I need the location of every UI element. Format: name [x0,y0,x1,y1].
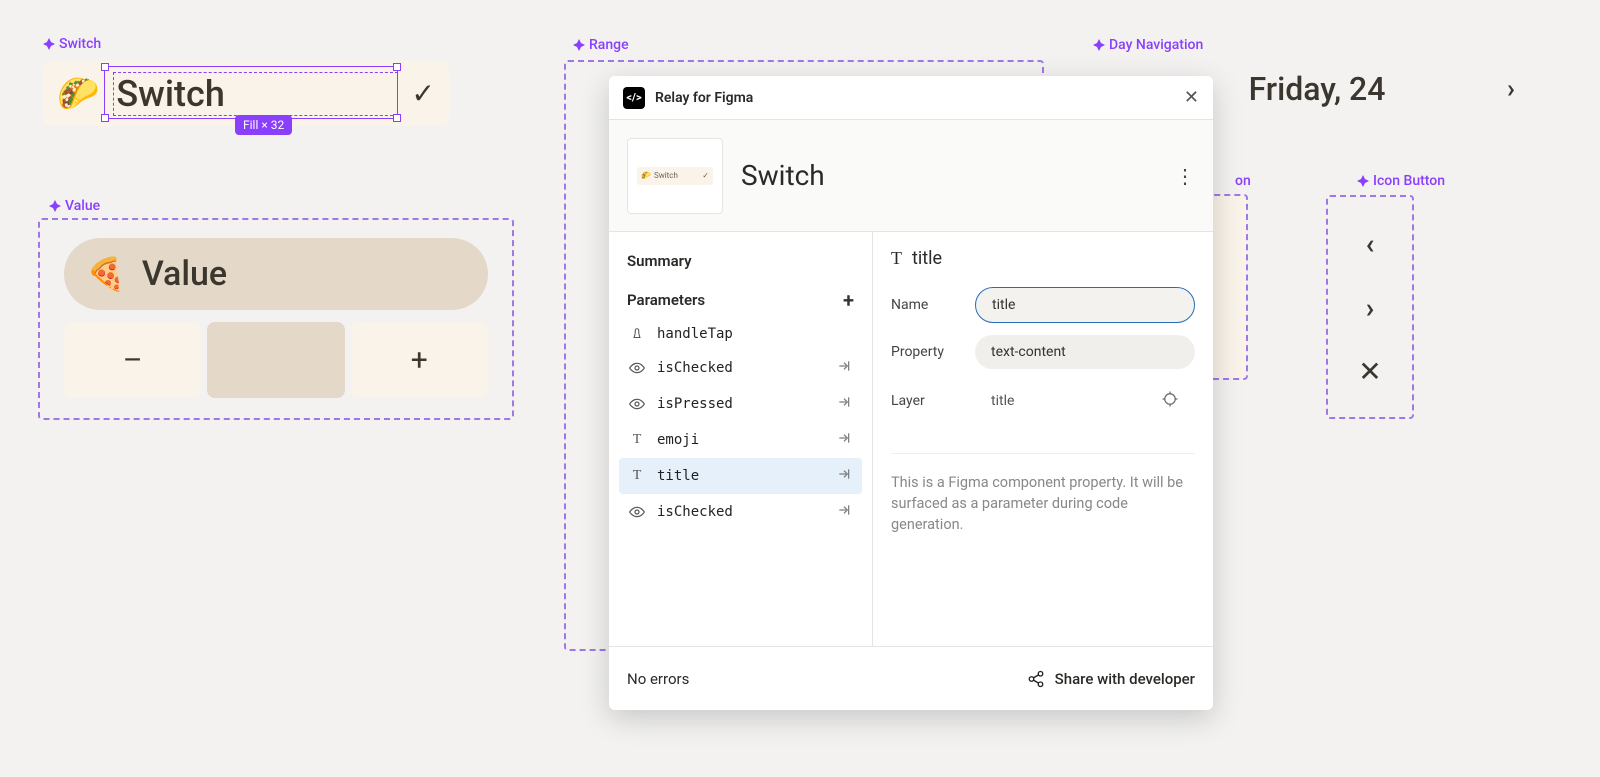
component-label-icon-button[interactable]: Icon Button [1357,173,1445,189]
param-name: isChecked [657,360,824,376]
value-component[interactable]: 🍕 Value – + [38,218,514,420]
add-parameter-icon[interactable]: + [843,288,854,312]
taco-emoji: 🌮 [57,74,99,114]
arrow-icon [836,502,852,522]
component-label-switch[interactable]: Switch [43,36,101,52]
name-input[interactable]: title [975,287,1195,323]
chevron-left-icon[interactable]: ‹ [1366,227,1375,260]
arrow-icon [836,430,852,450]
relay-logo-icon: </> [623,87,645,109]
switch-title-text[interactable]: Switch [113,72,397,116]
relay-app-title: Relay for Figma [655,90,753,106]
relay-right-pane: T title Name title Property text-content… [873,232,1213,646]
value-display [207,322,344,398]
chevron-right-icon[interactable]: › [1366,291,1374,324]
kebab-menu-icon[interactable]: ⋮ [1175,164,1195,188]
param-row-isPressed[interactable]: isPressed [619,386,862,422]
fill-badge: Fill × 32 [235,115,292,135]
param-name: handleTap [657,326,852,342]
param-row-emoji[interactable]: Temoji [619,422,862,458]
target-icon[interactable] [1161,390,1179,412]
property-select[interactable]: text-content [975,335,1195,369]
text-type-icon: T [891,248,902,269]
value-pill: 🍕 Value [64,238,488,310]
param-type-icon: T [629,468,645,484]
close-icon[interactable]: ✕ [1358,355,1381,388]
component-label-obscured[interactable]: on [1235,173,1251,189]
param-type-icon [629,504,645,520]
arrow-icon [836,394,852,414]
param-type-icon [629,396,645,412]
param-name: isPressed [657,396,824,412]
share-with-developer-button[interactable]: Share with developer [1027,670,1195,688]
param-name: emoji [657,432,824,448]
check-icon: ✓ [412,77,435,110]
layer-value: title [991,393,1161,409]
arrow-icon [836,358,852,378]
param-type-icon [629,360,645,376]
chevron-right-icon[interactable]: › [1507,74,1529,104]
param-row-handleTap[interactable]: handleTap [619,318,862,350]
value-title-text: Value [142,254,227,294]
pizza-emoji: 🍕 [86,255,126,293]
param-type-icon: T [629,432,645,448]
relay-header: </> Relay for Figma ✕ [609,76,1213,120]
prop-title: title [912,248,942,269]
relay-panel: </> Relay for Figma ✕ 🌮 Switch ✓ Switch … [609,76,1213,710]
param-row-title[interactable]: Ttitle [619,458,862,494]
param-name: isChecked [657,504,824,520]
icon-button-component[interactable]: ‹ › ✕ [1326,195,1414,419]
errors-status: No errors [627,670,689,688]
minus-button[interactable]: – [64,322,201,398]
property-label: Property [891,344,975,360]
component-label-value[interactable]: Value [49,198,100,214]
close-icon[interactable]: ✕ [1184,87,1199,108]
component-label-range[interactable]: Range [573,37,629,53]
component-label-day-nav[interactable]: Day Navigation [1093,37,1203,53]
property-description: This is a Figma component property. It w… [891,453,1195,535]
share-icon [1027,670,1045,688]
plus-button[interactable]: + [351,322,488,398]
component-name: Switch [741,159,825,192]
param-name: title [657,468,824,484]
arrow-icon [836,466,852,486]
param-row-isChecked[interactable]: isChecked [619,350,862,386]
summary-heading[interactable]: Summary [619,248,862,284]
relay-component-header: 🌮 Switch ✓ Switch ⋮ [609,120,1213,232]
name-label: Name [891,297,975,313]
parameters-heading: Parameters [627,291,705,309]
component-thumbnail: 🌮 Switch ✓ [627,138,723,214]
relay-left-pane: Summary Parameters + handleTap isChecked i… [609,232,873,646]
layer-label: Layer [891,393,975,409]
param-type-icon [629,327,645,341]
param-row-isChecked[interactable]: isChecked [619,494,862,530]
